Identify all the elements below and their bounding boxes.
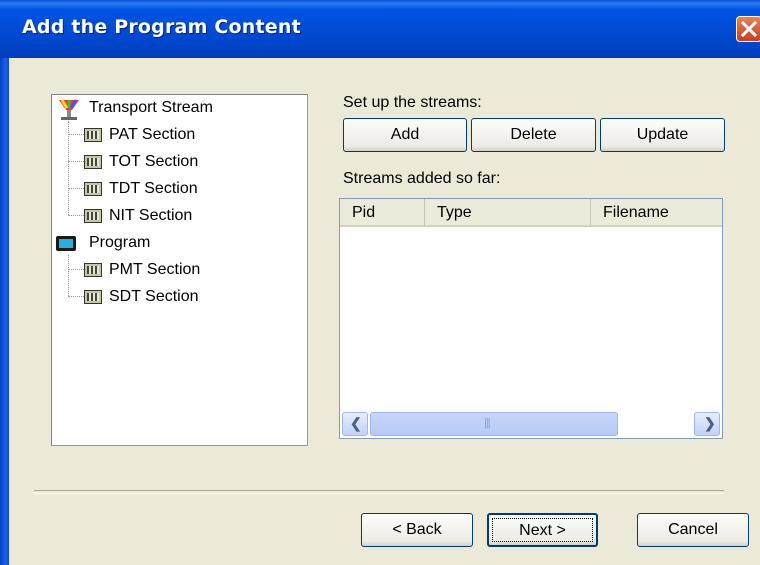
grip-icon: ||| bbox=[484, 417, 491, 429]
footer-separator bbox=[34, 490, 724, 494]
setup-streams-label: Set up the streams: bbox=[343, 94, 482, 111]
tree-item-pat-section[interactable]: PAT Section bbox=[109, 126, 195, 144]
section-icon bbox=[84, 290, 102, 304]
streams-list[interactable]: Pid Type Filename ❮ ||| ❯ bbox=[339, 198, 723, 439]
back-button[interactable]: < Back bbox=[361, 513, 473, 547]
tree-item-transport-stream[interactable]: Transport Stream bbox=[89, 99, 213, 117]
column-header-type[interactable]: Type bbox=[425, 199, 591, 227]
transport-stream-icon bbox=[59, 99, 79, 120]
tree-line bbox=[68, 255, 69, 296]
tree-line bbox=[68, 121, 69, 215]
tree-item-pmt-section[interactable]: PMT Section bbox=[109, 261, 200, 279]
window-left-border bbox=[0, 58, 9, 565]
column-header-filename[interactable]: Filename bbox=[591, 199, 722, 227]
tree-line bbox=[68, 161, 84, 162]
tree-line bbox=[68, 188, 84, 189]
update-button[interactable]: Update bbox=[600, 118, 725, 152]
tree-item-program[interactable]: Program bbox=[89, 234, 150, 252]
tree-item-nit-section[interactable]: NIT Section bbox=[109, 207, 192, 225]
tree-line bbox=[68, 215, 84, 216]
section-tree[interactable]: Transport Stream PAT Section TOT Section… bbox=[51, 94, 308, 446]
streams-added-label: Streams added so far: bbox=[343, 170, 501, 187]
chevron-left-icon: ❮ bbox=[350, 415, 362, 431]
column-header-pid[interactable]: Pid bbox=[340, 199, 425, 227]
close-icon bbox=[741, 21, 757, 37]
cancel-button[interactable]: Cancel bbox=[637, 513, 749, 547]
section-icon bbox=[84, 263, 102, 277]
delete-button[interactable]: Delete bbox=[471, 118, 596, 152]
horizontal-scrollbar[interactable]: ❮ ||| ❯ bbox=[340, 410, 722, 438]
next-button[interactable]: Next > bbox=[487, 513, 598, 547]
section-icon bbox=[84, 209, 102, 223]
tree-item-sdt-section[interactable]: SDT Section bbox=[109, 288, 199, 306]
add-button[interactable]: Add bbox=[343, 118, 467, 152]
scroll-right-button[interactable]: ❯ bbox=[694, 412, 720, 436]
tree-item-tdt-section[interactable]: TDT Section bbox=[109, 180, 198, 198]
section-icon bbox=[84, 128, 102, 142]
section-icon bbox=[84, 182, 102, 196]
close-button[interactable] bbox=[736, 16, 760, 42]
program-icon bbox=[56, 236, 76, 251]
tree-line bbox=[68, 134, 84, 135]
scroll-thumb[interactable]: ||| bbox=[370, 412, 618, 436]
window-title: Add the Program Content bbox=[22, 16, 301, 38]
tree-line bbox=[68, 296, 84, 297]
section-icon bbox=[84, 155, 102, 169]
scroll-left-button[interactable]: ❮ bbox=[342, 412, 368, 436]
tree-line bbox=[68, 269, 84, 270]
chevron-right-icon: ❯ bbox=[704, 415, 716, 431]
title-bar: Add the Program Content bbox=[0, 0, 760, 58]
tree-item-tot-section[interactable]: TOT Section bbox=[109, 153, 198, 171]
